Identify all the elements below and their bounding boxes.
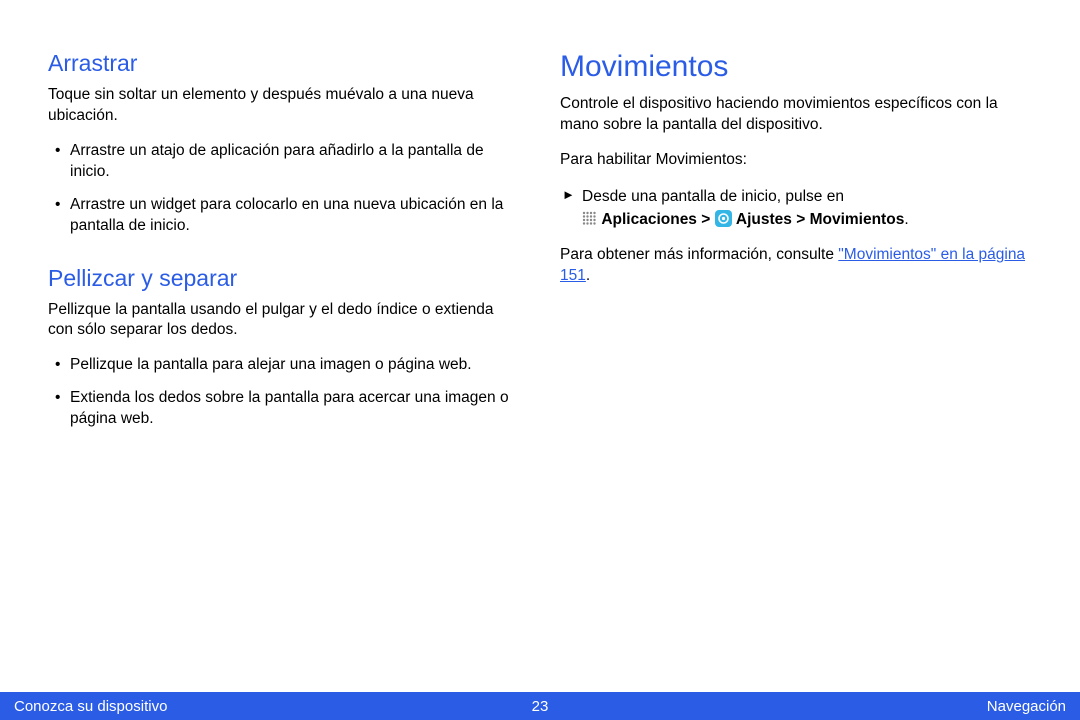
more-info-prefix: Para obtener más información, consulte (560, 246, 838, 263)
settings-icon (715, 210, 732, 227)
drag-list: Arrastre un atajo de aplicación para aña… (48, 141, 520, 237)
step-prefix: Desde una pantalla de inicio, pulse en (582, 188, 844, 205)
list-item: Arrastre un atajo de aplicación para aña… (48, 141, 520, 183)
pinch-list: Pellizque la pantalla para alejar una im… (48, 355, 520, 430)
heading-motion: Movimientos (560, 50, 1032, 84)
apps-grid-icon (582, 211, 597, 226)
drag-intro: Toque sin soltar un elemento y después m… (48, 85, 520, 127)
footer-right: Navegación (715, 698, 1066, 715)
list-item: Arrastre un widget para colocarlo en una… (48, 195, 520, 237)
footer-left: Conozca su dispositivo (14, 698, 365, 715)
heading-drag: Arrastrar (48, 50, 520, 77)
page-content: Arrastrar Toque sin soltar un elemento y… (0, 0, 1080, 458)
footer-page-number: 23 (365, 698, 716, 715)
right-column: Movimientos Controle el dispositivo haci… (560, 50, 1032, 458)
motion-intro: Controle el dispositivo haciendo movimie… (560, 94, 1032, 136)
pinch-intro: Pellizque la pantalla usando el pulgar y… (48, 300, 520, 342)
list-item: Pellizque la pantalla para alejar una im… (48, 355, 520, 376)
more-info: Para obtener más información, consulte "… (560, 245, 1032, 287)
step-item: Desde una pantalla de inicio, pulse en A… (560, 185, 1032, 232)
apps-label: Aplicaciones > (601, 211, 710, 228)
list-item: Extienda los dedos sobre la pantalla par… (48, 388, 520, 430)
settings-label: Ajustes > Movimientos (736, 211, 904, 228)
left-column: Arrastrar Toque sin soltar un elemento y… (48, 50, 520, 458)
page-footer: Conozca su dispositivo 23 Navegación (0, 692, 1080, 720)
enable-label: Para habilitar Movimientos: (560, 150, 1032, 171)
heading-pinch: Pellizcar y separar (48, 265, 520, 292)
